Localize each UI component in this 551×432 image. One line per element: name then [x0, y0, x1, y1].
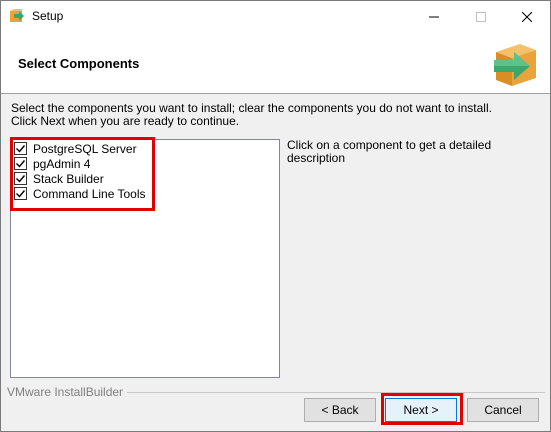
- maximize-button[interactable]: [458, 1, 504, 32]
- component-label: Stack Builder: [33, 171, 104, 186]
- minimize-icon: [429, 16, 439, 17]
- footer-brand: VMware InstallBuilder: [7, 385, 128, 399]
- next-button[interactable]: Next >: [385, 398, 457, 422]
- minimize-button[interactable]: [411, 1, 457, 32]
- instruction-text: Select the components you want to instal…: [11, 102, 546, 128]
- cancel-button[interactable]: Cancel: [467, 398, 539, 422]
- installer-box-arrow-icon: [490, 38, 542, 90]
- instruction-line-2: Click Next when you are ready to continu…: [11, 114, 240, 128]
- checkbox[interactable]: [14, 157, 27, 170]
- component-label: pgAdmin 4: [33, 156, 91, 171]
- list-item-pgadmin-4[interactable]: pgAdmin 4: [14, 156, 90, 171]
- window-title: Setup: [32, 9, 64, 23]
- back-button[interactable]: < Back: [304, 398, 376, 422]
- checkbox[interactable]: [14, 172, 27, 185]
- page-title: Select Components: [18, 56, 140, 71]
- checkmark-icon: [16, 175, 26, 183]
- setup-window: Setup Select Components Select the compo…: [0, 0, 551, 432]
- list-item-postgresql-server[interactable]: PostgreSQL Server: [14, 141, 137, 156]
- component-label: PostgreSQL Server: [33, 141, 137, 156]
- close-button[interactable]: [504, 1, 550, 32]
- checkbox[interactable]: [14, 142, 27, 155]
- app-icon: [9, 8, 25, 24]
- checkmark-icon: [16, 145, 26, 153]
- component-description: Click on a component to get a detailed d…: [287, 138, 492, 165]
- component-list[interactable]: PostgreSQL Server pgAdmin 4 Stack Builde…: [10, 139, 280, 378]
- page-header: Select Components: [1, 32, 550, 94]
- close-icon: [522, 11, 532, 22]
- checkbox[interactable]: [14, 187, 27, 200]
- checkmark-icon: [16, 160, 26, 168]
- component-label: Command Line Tools: [33, 186, 146, 201]
- maximize-icon: [476, 11, 486, 22]
- title-bar[interactable]: Setup: [1, 1, 550, 32]
- checkmark-icon: [16, 190, 26, 198]
- list-item-stack-builder[interactable]: Stack Builder: [14, 171, 104, 186]
- list-item-command-line-tools[interactable]: Command Line Tools: [14, 186, 146, 201]
